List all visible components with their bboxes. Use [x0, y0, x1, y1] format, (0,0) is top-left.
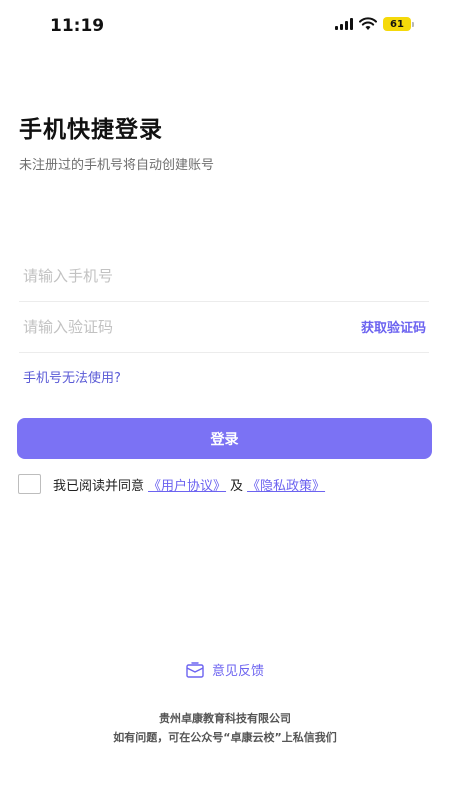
- battery-icon: 61: [383, 17, 414, 31]
- get-code-button[interactable]: 获取验证码: [361, 317, 426, 336]
- agreement-row: 我已阅读并同意 《用户协议》 及 《隐私政策》: [18, 474, 329, 494]
- footer-company: 贵州卓康教育科技有限公司: [159, 712, 291, 725]
- feedback-label: 意见反馈: [211, 664, 264, 679]
- agreement-checkbox[interactable]: [18, 474, 41, 494]
- privacy-policy-link[interactable]: 《隐私政策》: [247, 475, 325, 494]
- code-field: 获取验证码: [19, 301, 429, 353]
- battery-level: 61: [383, 17, 411, 31]
- status-bar: 11:19 61: [0, 0, 450, 52]
- signal-icon: [335, 18, 353, 30]
- agreement-and: 及: [230, 478, 244, 494]
- user-agreement-link[interactable]: 《用户协议》: [148, 475, 226, 494]
- agreement-prefix: 我已阅读并同意: [53, 478, 145, 494]
- phone-unavailable-link[interactable]: 手机号无法使用?: [23, 367, 121, 386]
- page-subtitle: 未注册过的手机号将自动创建账号: [19, 158, 215, 173]
- phone-field: [19, 250, 429, 302]
- login-button[interactable]: 登录: [17, 418, 432, 459]
- footer-contact: 如有问题，可在公众号“卓康云校”上私信我们: [113, 731, 337, 744]
- page-title: 手机快捷登录: [19, 117, 163, 143]
- code-input[interactable]: [19, 317, 299, 336]
- status-time: 11:19: [50, 16, 105, 36]
- status-icons: 61: [335, 17, 414, 31]
- wifi-icon: [359, 17, 377, 30]
- feedback-button[interactable]: 意见反馈: [0, 660, 450, 679]
- feedback-icon: [186, 661, 204, 678]
- phone-input[interactable]: [19, 266, 299, 285]
